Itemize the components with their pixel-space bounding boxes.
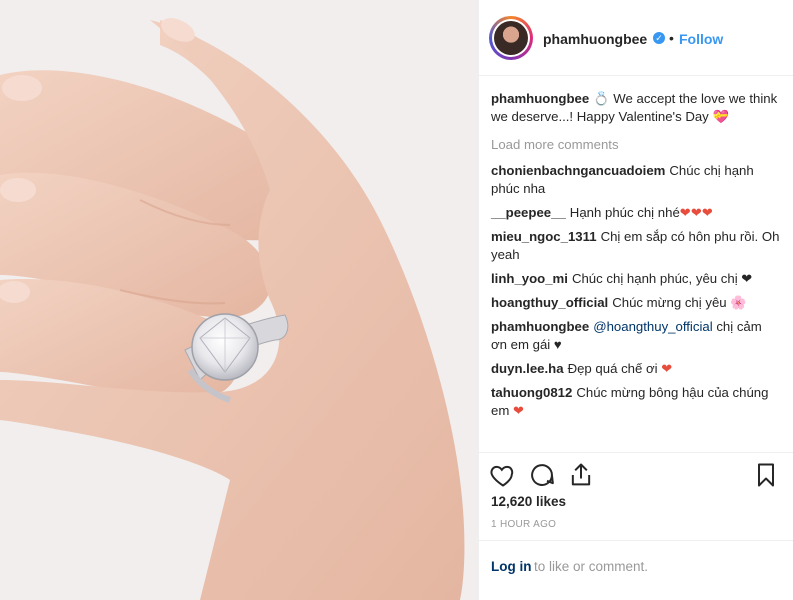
mention-link[interactable]: @hoangthuy_official bbox=[593, 319, 712, 334]
separator-dot: • bbox=[669, 30, 674, 46]
heart-emoji-icon: ❤ bbox=[661, 361, 673, 376]
caption: phamhuongbee 💍 We accept the love we thin… bbox=[491, 90, 781, 126]
share-icon[interactable] bbox=[567, 461, 595, 489]
comment-text: Đẹp quá chế ơi bbox=[567, 361, 658, 376]
verified-badge-icon: ✓ bbox=[653, 32, 665, 44]
comments-list: phamhuongbee 💍 We accept the love we thin… bbox=[491, 90, 781, 426]
heart-gift-emoji-icon: 💝 bbox=[712, 109, 729, 124]
comment-item: mieu_ngoc_1311 Chị em sắp có hôn phu rồi.… bbox=[491, 228, 781, 264]
follow-button[interactable]: Follow bbox=[679, 31, 723, 47]
post-header: phamhuongbee ✓ • Follow bbox=[479, 0, 793, 76]
comment-username[interactable]: chonienbachngancuadoiem bbox=[491, 163, 665, 178]
comment-item: duyn.lee.ha Đẹp quá chế ơi ❤ bbox=[491, 360, 781, 378]
comment-item: chonienbachngancuadoiem Chúc chị hạnh phú… bbox=[491, 162, 781, 198]
post-author-username[interactable]: phamhuongbee bbox=[543, 31, 647, 47]
comment-item: hoangthuy_official Chúc mừng chị yêu 🌸 bbox=[491, 294, 781, 312]
hand-with-ring-illustration bbox=[0, 0, 478, 600]
comment-username[interactable]: phamhuongbee bbox=[491, 319, 589, 334]
comment-text: Hạnh phúc chị nhé bbox=[569, 205, 680, 220]
post-photo[interactable] bbox=[0, 0, 478, 600]
caption-username[interactable]: phamhuongbee bbox=[491, 91, 589, 106]
heart-emoji-icon: ❤ bbox=[513, 403, 525, 418]
comment-text: Chúc mừng chị yêu 🌸 bbox=[612, 295, 747, 310]
login-link[interactable]: Log in bbox=[491, 559, 532, 574]
comment-username[interactable]: __peepee__ bbox=[491, 205, 566, 220]
comment-item: tahuong0812 Chúc mừng bông hậu của chúng … bbox=[491, 384, 781, 420]
comment-username[interactable]: linh_yoo_mi bbox=[491, 271, 568, 286]
comment-item: linh_yoo_mi Chúc chị hạnh phúc, yêu chị ❤ bbox=[491, 270, 781, 288]
comment-item: __peepee__ Hạnh phúc chị nhé❤❤❤ bbox=[491, 204, 781, 222]
heart-icon[interactable] bbox=[489, 461, 517, 489]
ring-emoji-icon: 💍 bbox=[593, 91, 610, 106]
comment-item: phamhuongbee @hoangthuy_official chị cảm … bbox=[491, 318, 781, 354]
comment-username[interactable]: duyn.lee.ha bbox=[491, 361, 564, 376]
login-prompt: Log in to like or comment. bbox=[479, 540, 793, 592]
post-timestamp: 1 HOUR AGO bbox=[491, 519, 557, 530]
bookmark-icon[interactable] bbox=[752, 461, 780, 489]
login-prompt-text: to like or comment. bbox=[534, 559, 649, 574]
load-more-comments-button[interactable]: Load more comments bbox=[491, 136, 781, 154]
comment-username[interactable]: hoangthuy_official bbox=[491, 295, 608, 310]
likes-count[interactable]: 12,620 likes bbox=[491, 494, 566, 509]
post-sidebar: phamhuongbee ✓ • Follow phamhuongbee 💍 We… bbox=[478, 0, 793, 600]
comment-text: Chúc chị hạnh phúc, yêu chị ❤ bbox=[571, 271, 753, 286]
hearts-emoji-icon: ❤❤❤ bbox=[679, 205, 713, 220]
comment-username[interactable]: mieu_ngoc_1311 bbox=[491, 229, 597, 244]
comment-icon[interactable] bbox=[528, 461, 556, 489]
comment-username[interactable]: tahuong0812 bbox=[491, 385, 572, 400]
avatar[interactable] bbox=[489, 16, 533, 60]
action-bar bbox=[479, 452, 793, 492]
